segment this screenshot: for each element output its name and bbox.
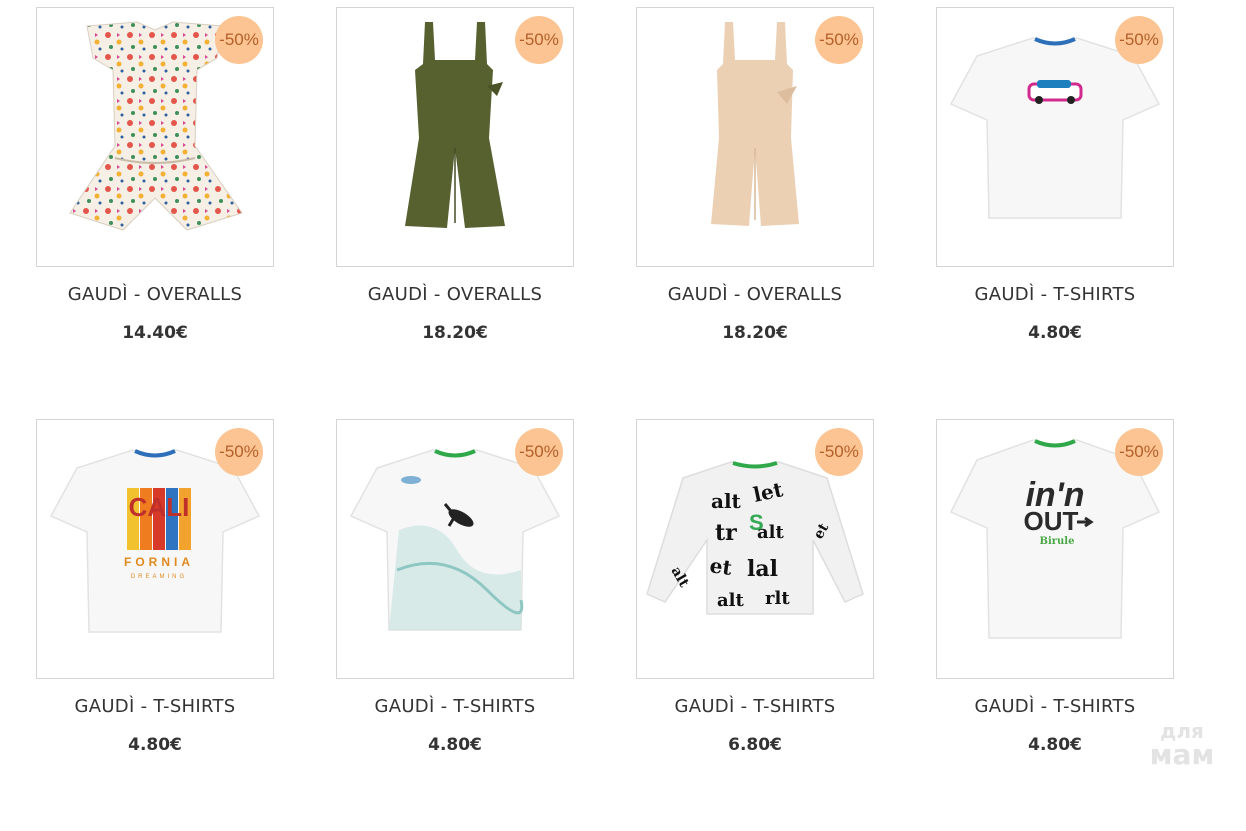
svg-text:alt: alt xyxy=(717,590,745,611)
discount-badge: -50% xyxy=(815,16,863,64)
product-title[interactable]: GAUDÌ - OVERALLS xyxy=(36,284,274,305)
product-title[interactable]: GAUDÌ - T-SHIRTS xyxy=(336,696,574,717)
product-card[interactable]: -50% GAUDÌ - OVERALLS 18.20€ xyxy=(636,7,874,419)
discount-badge: -50% xyxy=(515,428,563,476)
svg-text:lal: lal xyxy=(747,556,778,582)
product-card[interactable]: CALI FORNIA DREAMING -50% GAUDÌ - T-SHIR… xyxy=(36,419,274,831)
fornia-print: FORNIA xyxy=(124,555,194,569)
product-price: 18.20€ xyxy=(722,323,788,343)
discount-badge: -50% xyxy=(215,428,263,476)
product-card[interactable]: -50% GAUDÌ - OVERALLS 14.40€ xyxy=(36,7,274,419)
product-price: 4.80€ xyxy=(1028,323,1082,343)
svg-text:S: S xyxy=(749,510,764,535)
svg-text:alt: alt xyxy=(711,489,742,513)
product-image-box[interactable]: -50% xyxy=(936,7,1174,267)
product-price: 18.20€ xyxy=(422,323,488,343)
product-image-box[interactable]: -50% xyxy=(336,7,574,267)
svg-text:et: et xyxy=(708,553,734,580)
birule-print: Birule xyxy=(1040,536,1075,547)
product-image-box[interactable]: in'n OUT Birule -50% xyxy=(936,419,1174,679)
svg-text:tr: tr xyxy=(715,520,737,546)
svg-text:rlt: rlt xyxy=(765,588,790,609)
product-card[interactable]: -50% GAUDÌ - T-SHIRTS 4.80€ xyxy=(936,7,1174,419)
product-title[interactable]: GAUDÌ - T-SHIRTS xyxy=(936,696,1174,717)
product-title[interactable]: GAUDÌ - T-SHIRTS xyxy=(936,284,1174,305)
product-image-box[interactable]: alt let tr alt et lal alt rlt alt et S -… xyxy=(636,419,874,679)
product-price: 14.40€ xyxy=(122,323,188,343)
product-card[interactable]: in'n OUT Birule -50% GAUDÌ - T-SHIRTS 4.… xyxy=(936,419,1174,831)
product-card[interactable]: -50% GAUDÌ - T-SHIRTS 4.80€ xyxy=(336,419,574,831)
product-price: 4.80€ xyxy=(128,735,182,755)
product-price: 4.80€ xyxy=(428,735,482,755)
product-row: CALI FORNIA DREAMING -50% GAUDÌ - T-SHIR… xyxy=(36,419,1176,831)
discount-badge: -50% xyxy=(215,16,263,64)
product-title[interactable]: GAUDÌ - OVERALLS xyxy=(636,284,874,305)
product-card[interactable]: alt let tr alt et lal alt rlt alt et S -… xyxy=(636,419,874,831)
product-image-box[interactable]: CALI FORNIA DREAMING -50% xyxy=(36,419,274,679)
product-image-box[interactable]: -50% xyxy=(336,419,574,679)
watermark-logo: для мам xyxy=(1150,719,1215,768)
product-price: 6.80€ xyxy=(728,735,782,755)
discount-badge: -50% xyxy=(515,16,563,64)
cali-print: CALI xyxy=(129,492,190,522)
product-title[interactable]: GAUDÌ - OVERALLS xyxy=(336,284,574,305)
discount-badge: -50% xyxy=(1115,428,1163,476)
out-print: OUT xyxy=(1024,506,1079,536)
product-row: -50% GAUDÌ - OVERALLS 14.40€ -50% GAUDÌ … xyxy=(36,7,1176,419)
product-title[interactable]: GAUDÌ - T-SHIRTS xyxy=(636,696,874,717)
dreaming-print: DREAMING xyxy=(131,574,187,580)
watermark-line2: мам xyxy=(1150,738,1215,768)
discount-badge: -50% xyxy=(1115,16,1163,64)
product-image-box[interactable]: -50% xyxy=(36,7,274,267)
product-grid: -50% GAUDÌ - OVERALLS 14.40€ -50% GAUDÌ … xyxy=(36,7,1176,831)
discount-badge: -50% xyxy=(815,428,863,476)
product-card[interactable]: -50% GAUDÌ - OVERALLS 18.20€ xyxy=(336,7,574,419)
product-image-box[interactable]: -50% xyxy=(636,7,874,267)
product-title[interactable]: GAUDÌ - T-SHIRTS xyxy=(36,696,274,717)
